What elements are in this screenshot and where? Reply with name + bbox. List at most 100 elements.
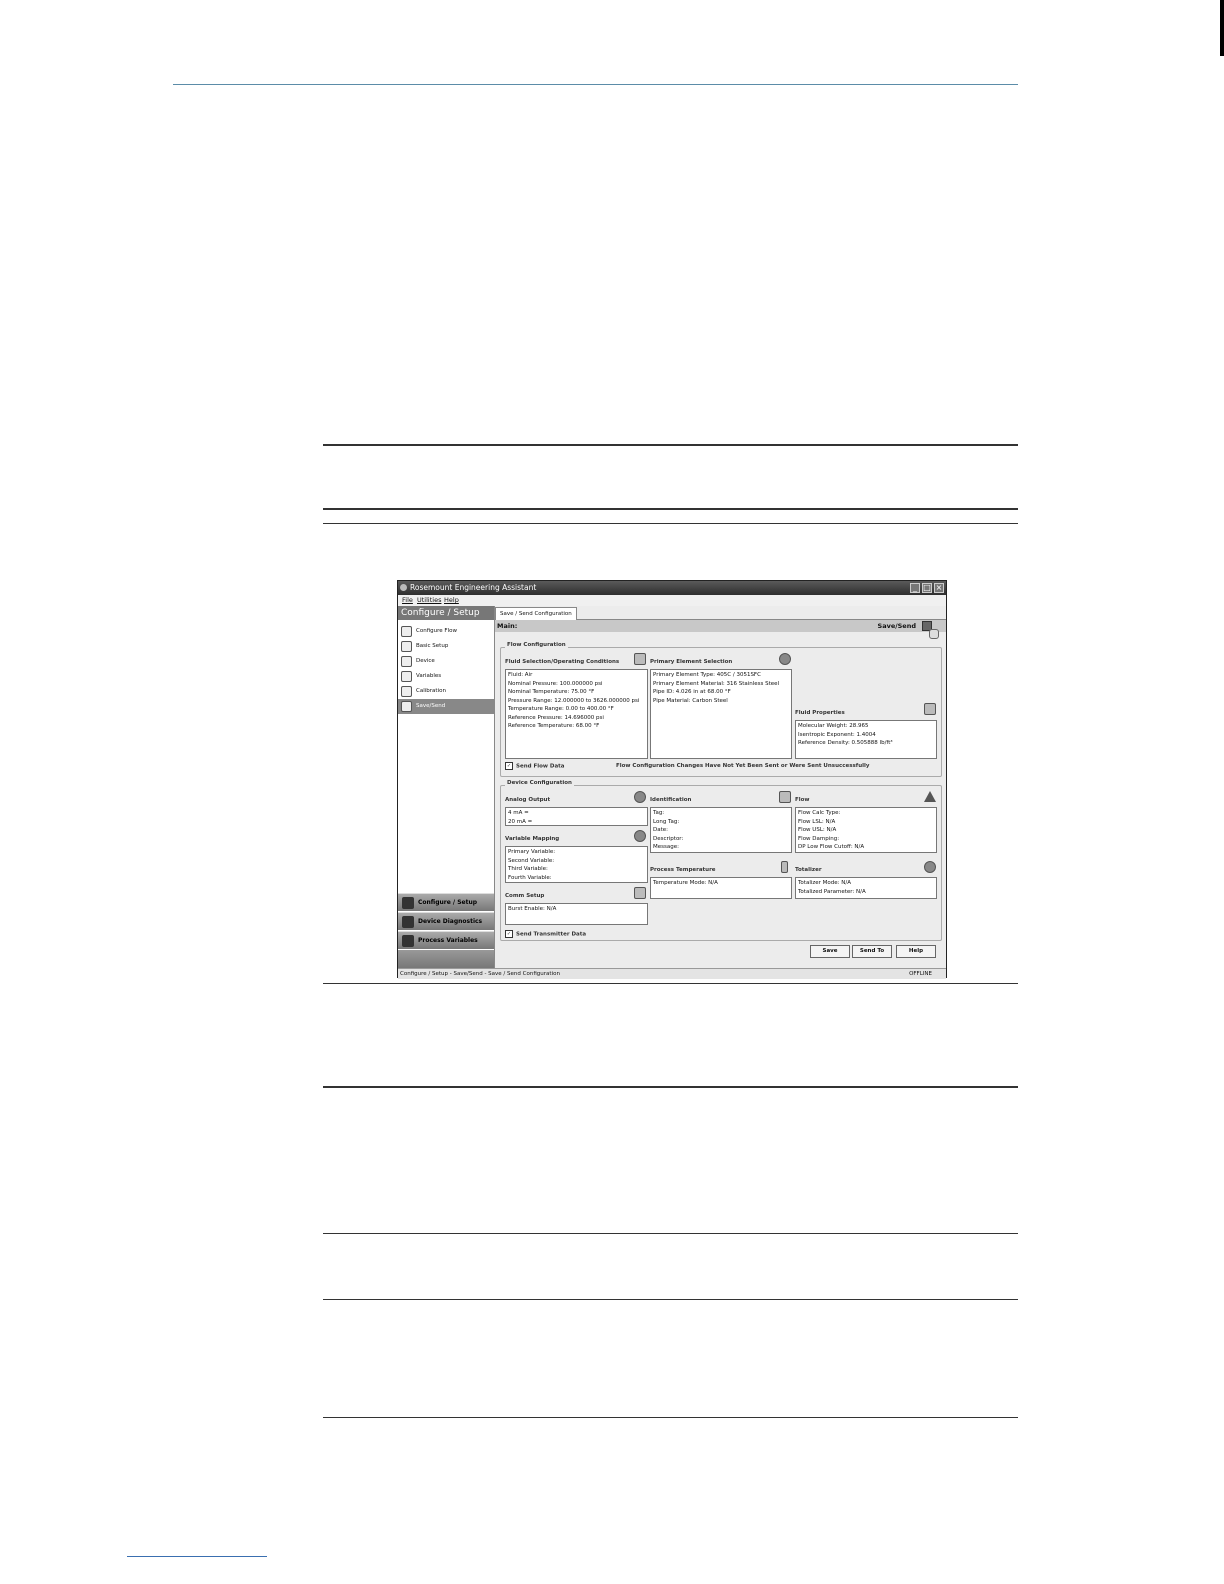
save-send-label: Save/Send bbox=[877, 622, 916, 630]
primary-line: Pipe ID: 4.026 in at 68.00 °F bbox=[653, 689, 731, 695]
flow-box: Flow Calc Type: Flow LSL: N/A Flow USL: … bbox=[795, 807, 937, 853]
primary-element-box: Primary Element Type: 405C / 3051SFC Pri… bbox=[650, 669, 792, 759]
send-to-button[interactable]: Send To bbox=[852, 945, 892, 958]
main-header: Main: Save/Send bbox=[495, 620, 946, 632]
comm-line: Burst Enable: N/A bbox=[508, 906, 557, 912]
primary-element-title: Primary Element Selection bbox=[650, 659, 733, 665]
sidebar-item-save-send[interactable]: Save/Send bbox=[398, 699, 494, 714]
flow-line: Flow LSL: N/A bbox=[798, 818, 836, 825]
ident-line: Tag: bbox=[653, 810, 665, 816]
identification-icon[interactable] bbox=[779, 791, 791, 803]
rule-6 bbox=[323, 1233, 1018, 1234]
checkbox-checked-icon[interactable]: ✓ bbox=[505, 930, 513, 938]
checkbox-label: Send Flow Data bbox=[516, 763, 565, 770]
sidebar-item-label: Device bbox=[416, 658, 435, 664]
minimize-icon[interactable]: _ bbox=[910, 583, 920, 593]
help-button[interactable]: Help bbox=[896, 945, 936, 958]
rule-2 bbox=[323, 508, 1018, 510]
pencil-icon bbox=[401, 656, 412, 667]
send-transmitter-data-checkbox[interactable]: ✓ Send Transmitter Data bbox=[505, 930, 586, 939]
fluid-icon[interactable] bbox=[634, 653, 646, 665]
nav-configure-setup[interactable]: Configure / Setup bbox=[398, 893, 494, 911]
status-bar: Configure / Setup - Save/Send - Save / S… bbox=[398, 968, 946, 979]
proc-temp-line: Temperature Mode: N/A bbox=[653, 880, 718, 886]
nav-process-variables[interactable]: Process Variables bbox=[398, 931, 494, 949]
menu-help[interactable]: Help bbox=[444, 595, 459, 606]
group-title: Device Configuration bbox=[505, 780, 574, 786]
totalizer-line: Totalizer Mode: N/A bbox=[798, 880, 851, 886]
totalizer-icon[interactable] bbox=[924, 861, 936, 873]
variable-mapping-title: Variable Mapping bbox=[505, 836, 560, 842]
sidebar-item-device[interactable]: Device bbox=[398, 654, 494, 669]
sidebar-header: Configure / Setup bbox=[398, 606, 494, 620]
nav-label: Configure / Setup bbox=[418, 899, 478, 906]
pencil-icon bbox=[401, 686, 412, 697]
fluid-selection-title: Fluid Selection/Operating Conditions bbox=[505, 659, 620, 665]
app-icon bbox=[400, 584, 407, 591]
maximize-icon[interactable]: □ bbox=[922, 583, 932, 593]
fluid-line: Reference Temperature: 68.00 °F bbox=[508, 723, 600, 729]
mapping-line: Second Variable: bbox=[508, 857, 555, 864]
totalizer-title: Totalizer bbox=[795, 867, 822, 873]
fluid-line: Fluid: Air bbox=[508, 672, 533, 678]
fluid-line: Nominal Temperature: 75.00 °F bbox=[508, 689, 595, 695]
sidebar-item-label: Variables bbox=[416, 673, 442, 679]
wrench-icon bbox=[402, 897, 414, 909]
primary-element-icon[interactable] bbox=[779, 653, 791, 665]
menu-file[interactable]: File bbox=[402, 595, 413, 606]
footer-rule bbox=[127, 1556, 267, 1557]
fluid-line: Pressure Range: 12.000000 to 3626.000000… bbox=[508, 697, 640, 704]
window-title: Rosemount Engineering Assistant bbox=[410, 583, 537, 592]
save-button[interactable]: Save bbox=[810, 945, 850, 958]
sidebar-item-variables[interactable]: Variables bbox=[398, 669, 494, 684]
flow-line: Flow USL: N/A bbox=[798, 827, 837, 833]
main-header-label: Main: bbox=[497, 622, 518, 630]
close-icon[interactable]: × bbox=[934, 583, 944, 593]
fluid-properties-icon[interactable] bbox=[924, 703, 936, 715]
menu-utilities[interactable]: Utilities bbox=[417, 595, 441, 606]
fluid-line: Temperature Range: 0.00 to 400.00 °F bbox=[508, 706, 614, 712]
ident-line: Long Tag: bbox=[653, 818, 680, 825]
pencil-icon bbox=[401, 701, 412, 712]
pencil-icon bbox=[401, 641, 412, 652]
variable-mapping-icon[interactable] bbox=[634, 830, 646, 842]
sidebar-item-label: Calibration bbox=[416, 688, 446, 694]
properties-line: Isentropic Exponent: 1.4004 bbox=[798, 731, 876, 738]
fluid-properties-title: Fluid Properties bbox=[795, 710, 845, 716]
sidebar-item-label: Basic Setup bbox=[416, 643, 449, 649]
analog-output-title: Analog Output bbox=[505, 797, 551, 803]
sidebar-item-basic-setup[interactable]: Basic Setup bbox=[398, 639, 494, 654]
title-bar: Rosemount Engineering Assistant _ □ × bbox=[398, 581, 946, 595]
rule-4 bbox=[323, 983, 1018, 984]
totalizer-line: Totalized Parameter: N/A bbox=[798, 888, 866, 895]
thermometer-icon[interactable] bbox=[781, 861, 788, 873]
chart-icon bbox=[402, 935, 414, 947]
flow-line: Flow Calc Type: bbox=[798, 810, 841, 816]
analog-output-icon[interactable] bbox=[634, 791, 646, 803]
rule-7 bbox=[323, 1299, 1018, 1300]
analog-line: 20 mA = bbox=[508, 818, 533, 825]
pencil-icon bbox=[401, 671, 412, 682]
rule-1 bbox=[323, 444, 1018, 446]
comm-setup-icon[interactable] bbox=[634, 887, 646, 899]
checkbox-label: Send Transmitter Data bbox=[516, 931, 587, 938]
properties-line: Molecular Weight: 28.965 bbox=[798, 723, 869, 729]
checkbox-checked-icon[interactable]: ✓ bbox=[505, 762, 513, 770]
flow-title: Flow bbox=[795, 797, 810, 803]
totalizer-box: Totalizer Mode: N/A Totalized Parameter:… bbox=[795, 877, 937, 899]
sidebar-item-configure-flow[interactable]: Configure Flow bbox=[398, 624, 494, 639]
pencil-icon bbox=[401, 626, 412, 637]
nav-device-diagnostics[interactable]: Device Diagnostics bbox=[398, 912, 494, 930]
status-path: Configure / Setup - Save/Send - Save / S… bbox=[400, 971, 560, 977]
ident-line: Descriptor: bbox=[653, 835, 684, 842]
warning-icon[interactable] bbox=[924, 791, 936, 802]
primary-line: Primary Element Type: 405C / 3051SFC bbox=[653, 672, 761, 678]
nav-label: Device Diagnostics bbox=[418, 918, 483, 925]
app-window: Rosemount Engineering Assistant _ □ × Fi… bbox=[397, 580, 947, 979]
fluid-line: Nominal Pressure: 100.000000 psi bbox=[508, 680, 603, 687]
identification-title: Identification bbox=[650, 797, 692, 803]
menu-bar: File Utilities Help bbox=[398, 595, 946, 606]
sidebar-item-calibration[interactable]: Calibration bbox=[398, 684, 494, 699]
tab-save-send-configuration[interactable]: Save / Send Configuration bbox=[495, 607, 577, 620]
send-flow-data-checkbox[interactable]: ✓ Send Flow Data bbox=[505, 762, 565, 771]
